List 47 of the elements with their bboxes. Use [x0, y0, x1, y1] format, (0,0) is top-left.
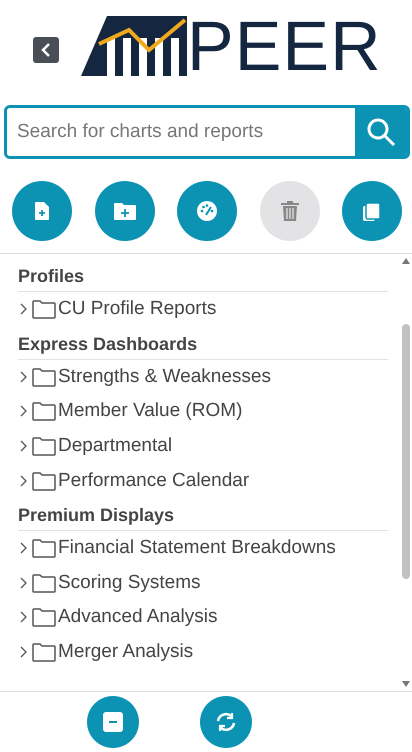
folder-icon [32, 299, 56, 320]
chevron-icon[interactable] [18, 542, 28, 554]
refresh-icon [215, 712, 237, 732]
folder-label[interactable]: Performance Calendar [58, 470, 250, 492]
chevron-icon[interactable] [18, 405, 28, 418]
folder-label[interactable]: Member Value (ROM) [58, 400, 242, 422]
folder-icon [32, 366, 56, 387]
scroll-down-icon[interactable] [402, 681, 410, 687]
logo-text: PEER [187, 14, 382, 78]
file-plus-icon [35, 202, 49, 220]
search-icon [366, 117, 396, 147]
minus-square-icon [103, 712, 123, 732]
copy-icon [362, 201, 382, 221]
folder-icon [32, 607, 56, 628]
folder-label[interactable]: Financial Statement Breakdowns [58, 537, 336, 560]
search-button[interactable] [355, 108, 407, 156]
refresh-button[interactable] [200, 696, 252, 748]
back-button[interactable] [33, 37, 59, 63]
folder-icon [32, 401, 56, 422]
section-heading: Express Dashboards [18, 326, 388, 360]
search-field[interactable]: Search for charts and reports [4, 105, 410, 159]
chevron-icon[interactable] [18, 576, 28, 589]
folder-label[interactable]: CU Profile Reports [58, 298, 216, 320]
chevron-icon[interactable] [18, 611, 28, 624]
chevron-icon[interactable] [18, 303, 28, 316]
section-heading: Premium Displays [18, 498, 388, 531]
folder-icon [32, 538, 56, 558]
folder-label[interactable]: Scoring Systems [58, 572, 201, 594]
chevron-icon[interactable] [18, 474, 28, 487]
chevron-icon[interactable] [18, 440, 28, 452]
folder-label[interactable]: Strengths & Weaknesses [58, 366, 271, 388]
collapse-button[interactable] [87, 696, 139, 748]
folder-label[interactable]: Departmental [58, 435, 172, 458]
folder-icon [32, 642, 56, 662]
gauge-icon [197, 201, 217, 221]
chevron-icon[interactable] [18, 646, 28, 658]
folder-label[interactable]: Advanced Analysis [58, 606, 218, 628]
chevron-icon[interactable] [18, 370, 28, 383]
folder-icon [32, 436, 56, 456]
scroll-up-icon[interactable] [402, 258, 410, 264]
folder-icon [32, 572, 56, 593]
folder-plus-icon [114, 202, 136, 220]
section-heading: Profiles [18, 259, 388, 292]
trash-icon [280, 201, 298, 221]
folder-icon [32, 470, 56, 491]
chevron-left-icon [41, 43, 51, 57]
folder-label[interactable]: Merger Analysis [58, 641, 194, 664]
